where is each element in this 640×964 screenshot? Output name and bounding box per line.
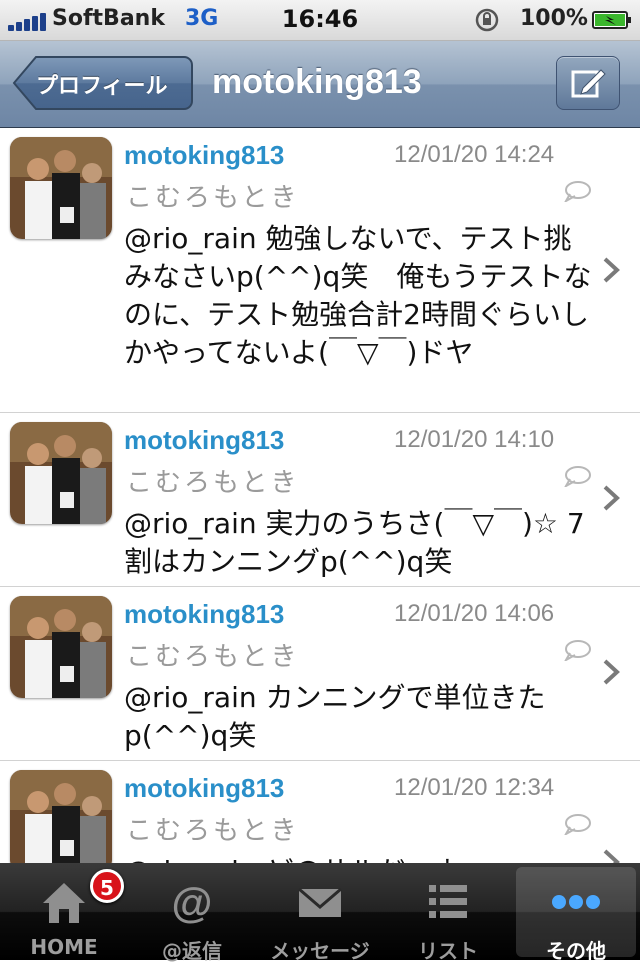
tweet-screen-name: motoking813 [124,140,285,170]
tab-bar: 5 HOME @ @返信 メッセージ リスト その他 [0,863,640,963]
back-button-label: プロフィール [36,74,168,99]
back-button[interactable]: プロフィール [12,55,194,111]
conversation-bubble-icon [564,466,591,487]
tab-label: HOME [30,935,98,959]
tab-home[interactable]: 5 HOME [4,867,124,959]
status-bar: SoftBank 3G 16:46 100% [0,0,640,41]
tweet-row[interactable]: motoking813 12/01/20 12:34 こむろもとき @rio_r… [0,761,640,863]
chevron-right-icon[interactable] [600,483,622,513]
avatar[interactable] [10,770,112,863]
rotation-lock-icon [475,8,499,32]
tweet-text: @rio_rain カンニングで単位きたp(^^)q笑 [124,681,546,752]
at-icon: @ [172,879,213,925]
tweet-screen-name: motoking813 [124,773,285,803]
tweet-timestamp: 12/01/20 12:34 [394,774,555,801]
tweet-display-name: こむろもとき [126,816,300,846]
compose-icon [571,69,606,98]
tweet-timestamp: 12/01/20 14:10 [394,426,555,453]
more-icon [552,895,600,909]
tweet-list[interactable]: motoking813 12/01/20 14:24 こむろもとき @rio_r… [0,128,640,863]
tweet-row[interactable]: motoking813 12/01/20 14:24 こむろもとき @rio_r… [0,128,640,413]
compose-button[interactable] [556,56,620,110]
chevron-right-icon[interactable] [600,255,622,285]
conversation-bubble-icon [564,640,591,661]
tweet-text: @rio_rain 実力のうちさ(￣▽￣)☆ 7割はカンニングp(^^)q笑 [124,507,585,578]
tweet-row[interactable]: motoking813 12/01/20 14:06 こむろもとき @rio_r… [0,587,640,761]
tweet-screen-name: motoking813 [124,599,285,629]
navigation-bar: プロフィール motoking813 [0,41,640,128]
page-title: motoking813 [212,63,422,101]
battery-percent: 100% [520,6,588,31]
envelope-icon [298,887,342,917]
avatar[interactable] [10,422,112,524]
tweet-display-name: こむろもとき [126,183,300,213]
tweet-timestamp: 12/01/20 14:24 [394,141,555,168]
avatar[interactable] [10,596,112,698]
home-badge: 5 [90,869,124,903]
svg-text:@: @ [172,879,213,925]
tweet-text: @rio_rain どのサルだーよ [124,853,594,863]
home-icon [43,883,85,923]
tweet-timestamp: 12/01/20 14:06 [394,600,555,627]
conversation-bubble-icon [564,814,591,835]
avatar[interactable] [10,137,112,239]
tweet-screen-name: motoking813 [124,425,285,455]
tab-messages[interactable]: メッセージ [260,867,380,963]
tweet-row[interactable]: motoking813 12/01/20 14:10 こむろもとき @rio_r… [0,413,640,587]
tweet-display-name: こむろもとき [126,642,300,672]
list-icon [429,885,467,918]
tweet-display-name: こむろもとき [126,468,300,498]
chevron-right-icon[interactable] [600,847,622,863]
tab-lists[interactable]: リスト [388,867,508,963]
tab-more[interactable]: その他 [516,867,636,963]
battery-icon [592,11,631,29]
tab-replies[interactable]: @ @返信 [132,867,252,963]
tweet-text: @rio_rain 勉強しないで、テスト挑みなさいp(^^)q笑 俺もうテストな… [124,222,592,369]
chevron-right-icon[interactable] [600,657,622,687]
conversation-bubble-icon [564,181,591,202]
